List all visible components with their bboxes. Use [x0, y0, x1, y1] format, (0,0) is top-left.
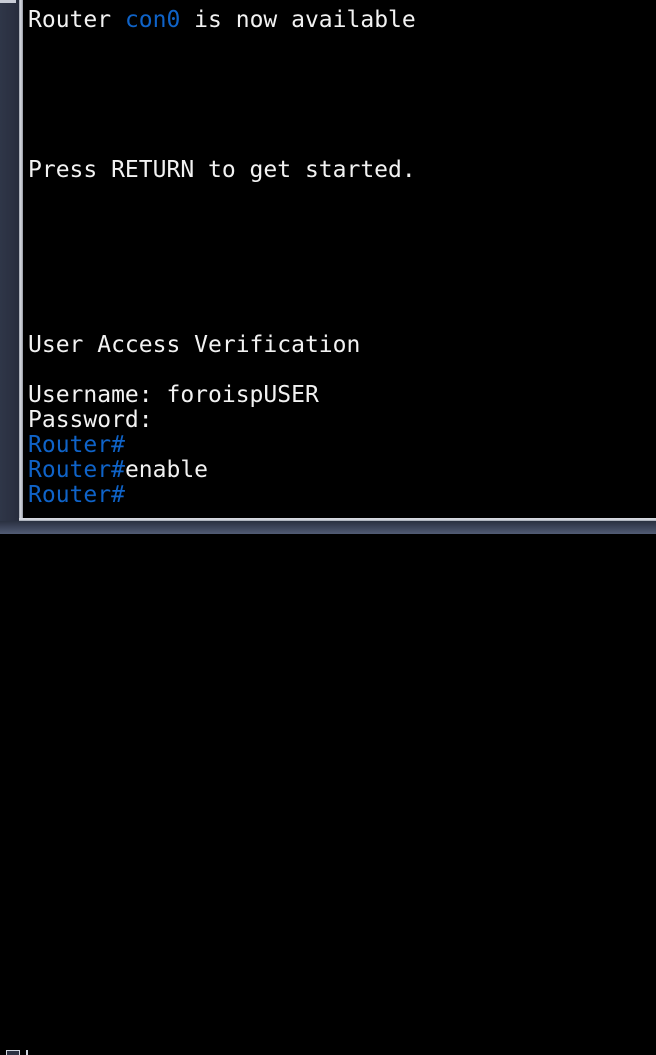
terminal-screen[interactable]: Router con0 is now available Press RETUR…: [23, 0, 656, 518]
line-blank-4: [28, 108, 656, 133]
line-user-access-verification-segment-0: User Access Verification: [28, 332, 361, 358]
line-blank-7: [28, 208, 656, 233]
line-blank-12: [28, 358, 656, 383]
line-blank-5: [28, 133, 656, 158]
panel-top-highlight: [0, 0, 16, 3]
line-blank-6: [28, 183, 656, 208]
line-prompt-enable: Router#enable: [28, 458, 656, 483]
line-username: Username: foroispUSER: [28, 383, 656, 408]
line-user-access-verification: User Access Verification: [28, 333, 656, 358]
line-prompt-1: Router#: [28, 433, 656, 458]
line-blank-8: [28, 233, 656, 258]
left-side-panel: [0, 0, 19, 521]
line-prompt-enable-segment-0: Router#: [28, 457, 125, 483]
line-password-segment-0: Password:: [28, 407, 153, 433]
line-password: Password:: [28, 408, 656, 433]
line-prompt-enable-segment-1: enable: [124, 457, 209, 483]
line-prompt-2-segment-0: Router#: [28, 482, 125, 508]
console-window: Router con0 is now available Press RETUR…: [0, 0, 656, 1055]
line-router-con0-segment-0: Router: [28, 7, 125, 33]
terminal-output: Router con0 is now available Press RETUR…: [28, 8, 656, 508]
line-blank-2: [28, 58, 656, 83]
line-blank-9: [28, 258, 656, 283]
line-press-return: Press RETURN to get started.: [28, 158, 656, 183]
line-blank-10: [28, 283, 656, 308]
taskbar-divider: [26, 1050, 28, 1055]
line-prompt-2: Router#: [28, 483, 656, 508]
line-blank-11: [28, 308, 656, 333]
line-router-con0: Router con0 is now available: [28, 8, 656, 33]
line-router-con0-segment-1: con0: [124, 7, 181, 33]
line-blank-1: [28, 33, 656, 58]
line-router-con0-segment-2: is now available: [180, 7, 416, 33]
line-blank-3: [28, 83, 656, 108]
taskbar-item[interactable]: [6, 1050, 20, 1055]
taskbar[interactable]: [0, 521, 656, 1055]
line-prompt-1-segment-0: Router#: [28, 432, 125, 458]
line-username-segment-0: Username: foroispUSER: [28, 382, 319, 408]
line-press-return-segment-0: Press RETURN to get started.: [28, 157, 416, 183]
